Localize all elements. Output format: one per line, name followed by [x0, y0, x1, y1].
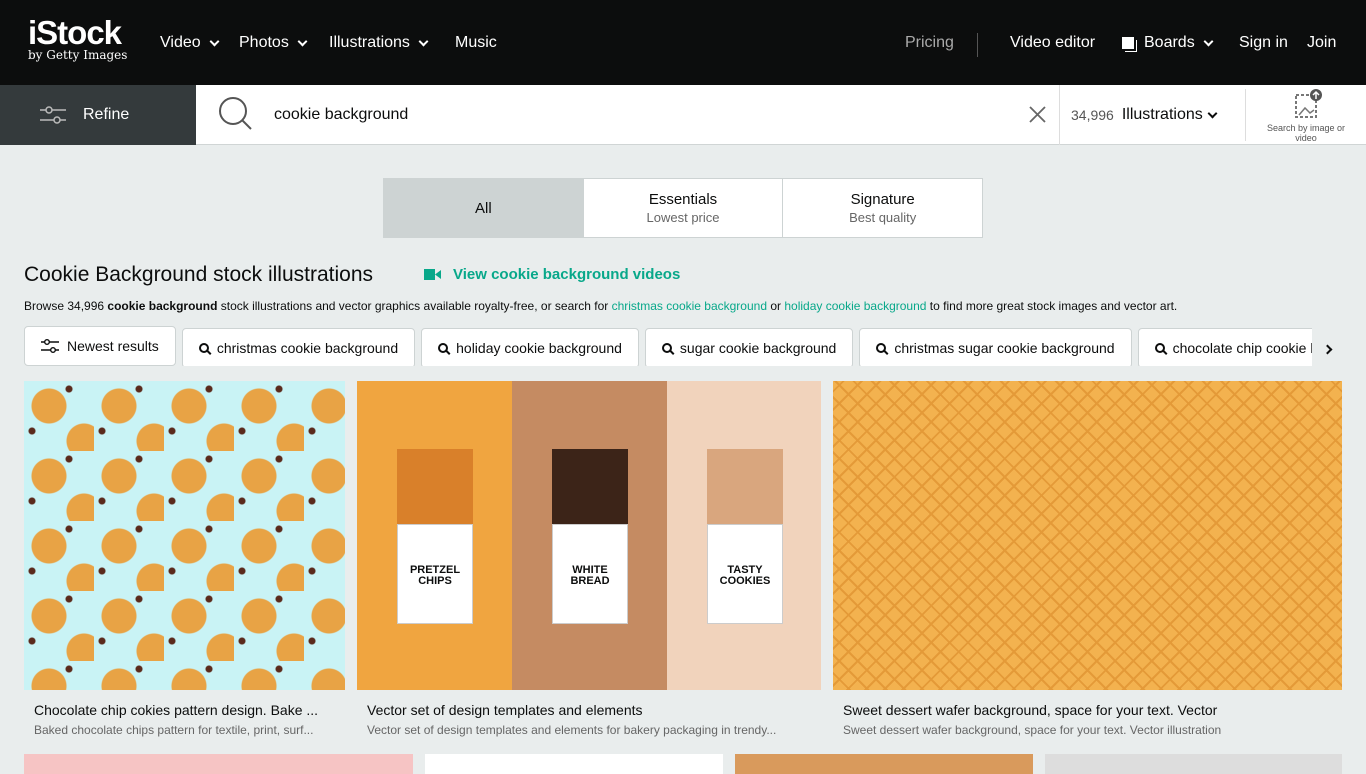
chevron-down-icon [209, 36, 220, 46]
result-image[interactable] [24, 754, 413, 774]
browse-description: Browse 34,996 cookie background stock il… [24, 299, 1178, 313]
search-bar: Refine cookie background 34,996 Illustrat… [0, 85, 1366, 145]
chip-related-search[interactable]: holiday cookie background [421, 328, 639, 366]
result-image[interactable] [425, 754, 723, 774]
result-title[interactable]: Chocolate chip cokies pattern design. Ba… [34, 702, 339, 718]
result-image[interactable] [1045, 754, 1342, 774]
nav-pricing[interactable]: Pricing [905, 34, 954, 52]
cupcake-icon [707, 449, 783, 524]
join-link[interactable]: Join [1307, 34, 1336, 52]
page-title: Cookie Background stock illustrations [24, 263, 374, 286]
croissant-icon [552, 449, 628, 524]
view-videos-link[interactable]: View cookie background videos [424, 266, 680, 283]
chip-related-search[interactable]: christmas cookie background [181, 328, 416, 366]
chevron-down-icon [1207, 108, 1218, 118]
nav-photos[interactable]: Photos [239, 34, 310, 52]
search-icon [219, 97, 252, 130]
chevron-down-icon [297, 36, 308, 46]
tab-all[interactable]: All [384, 179, 584, 237]
divider [977, 33, 978, 57]
license-tabs: All Essentials Lowest price Signature Best… [383, 178, 983, 238]
divider [1245, 89, 1246, 141]
sign-in-link[interactable]: Sign in [1239, 34, 1288, 52]
result-image-bakery-templates[interactable]: PRETZEL CHIPS WHITE BREAD TASTY COOKIES [357, 381, 821, 690]
chip-related-search[interactable]: chocolate chip cookie background [1137, 328, 1312, 366]
image-upload-icon [1295, 89, 1322, 118]
search-icon [661, 343, 672, 353]
result-image-cookies[interactable] [24, 381, 345, 690]
nav-video[interactable]: Video [160, 34, 222, 52]
chip-related-search[interactable]: sugar cookie background [644, 328, 854, 366]
sliders-icon [41, 339, 59, 353]
related-searches: Newest results christmas cookie backgroun… [24, 326, 1312, 366]
media-type-select[interactable]: 34,996 Illustrations [1071, 106, 1220, 124]
result-description: Baked chocolate chips pattern for textil… [34, 723, 314, 737]
result-description: Sweet dessert wafer background, space fo… [843, 723, 1222, 737]
divider [1059, 85, 1060, 145]
nav-video-editor[interactable]: Video editor [1010, 34, 1095, 52]
video-camera-icon [424, 269, 441, 280]
pretzel-icon [397, 449, 473, 524]
chevron-right-icon[interactable] [1318, 336, 1335, 359]
top-header: iStock by Getty Images Video Photos Illus… [0, 0, 1366, 85]
boards-icon [1122, 37, 1134, 49]
search-input[interactable]: cookie background [274, 106, 408, 124]
result-title[interactable]: Vector set of design templates and eleme… [367, 702, 817, 718]
result-description: Vector set of design templates and eleme… [367, 723, 777, 737]
nav-boards[interactable]: Boards [1122, 34, 1216, 52]
search-by-image-button[interactable]: Search by image or video [1260, 89, 1352, 143]
search-icon [198, 343, 209, 353]
chip-newest-results[interactable]: Newest results [24, 326, 176, 366]
sliders-icon [40, 106, 66, 124]
result-image-wafer[interactable] [833, 381, 1342, 690]
related-link[interactable]: christmas cookie background [612, 299, 767, 313]
chevron-down-icon [418, 36, 429, 46]
chevron-down-icon [1203, 36, 1214, 46]
related-link[interactable]: holiday cookie background [784, 299, 926, 313]
refine-button[interactable]: Refine [0, 85, 196, 145]
result-image[interactable] [735, 754, 1033, 774]
nav-illustrations[interactable]: Illustrations [329, 34, 431, 52]
search-icon [1154, 343, 1165, 353]
tab-essentials[interactable]: Essentials Lowest price [584, 179, 784, 237]
search-icon [876, 343, 887, 353]
clear-icon[interactable] [1029, 106, 1046, 123]
chip-related-search[interactable]: christmas sugar cookie background [859, 328, 1132, 366]
istock-logo[interactable]: iStock by Getty Images [28, 16, 127, 63]
result-title[interactable]: Sweet dessert wafer background, space fo… [843, 702, 1338, 718]
tab-signature[interactable]: Signature Best quality [783, 179, 982, 237]
nav-music[interactable]: Music [455, 34, 497, 52]
search-icon [438, 343, 449, 353]
